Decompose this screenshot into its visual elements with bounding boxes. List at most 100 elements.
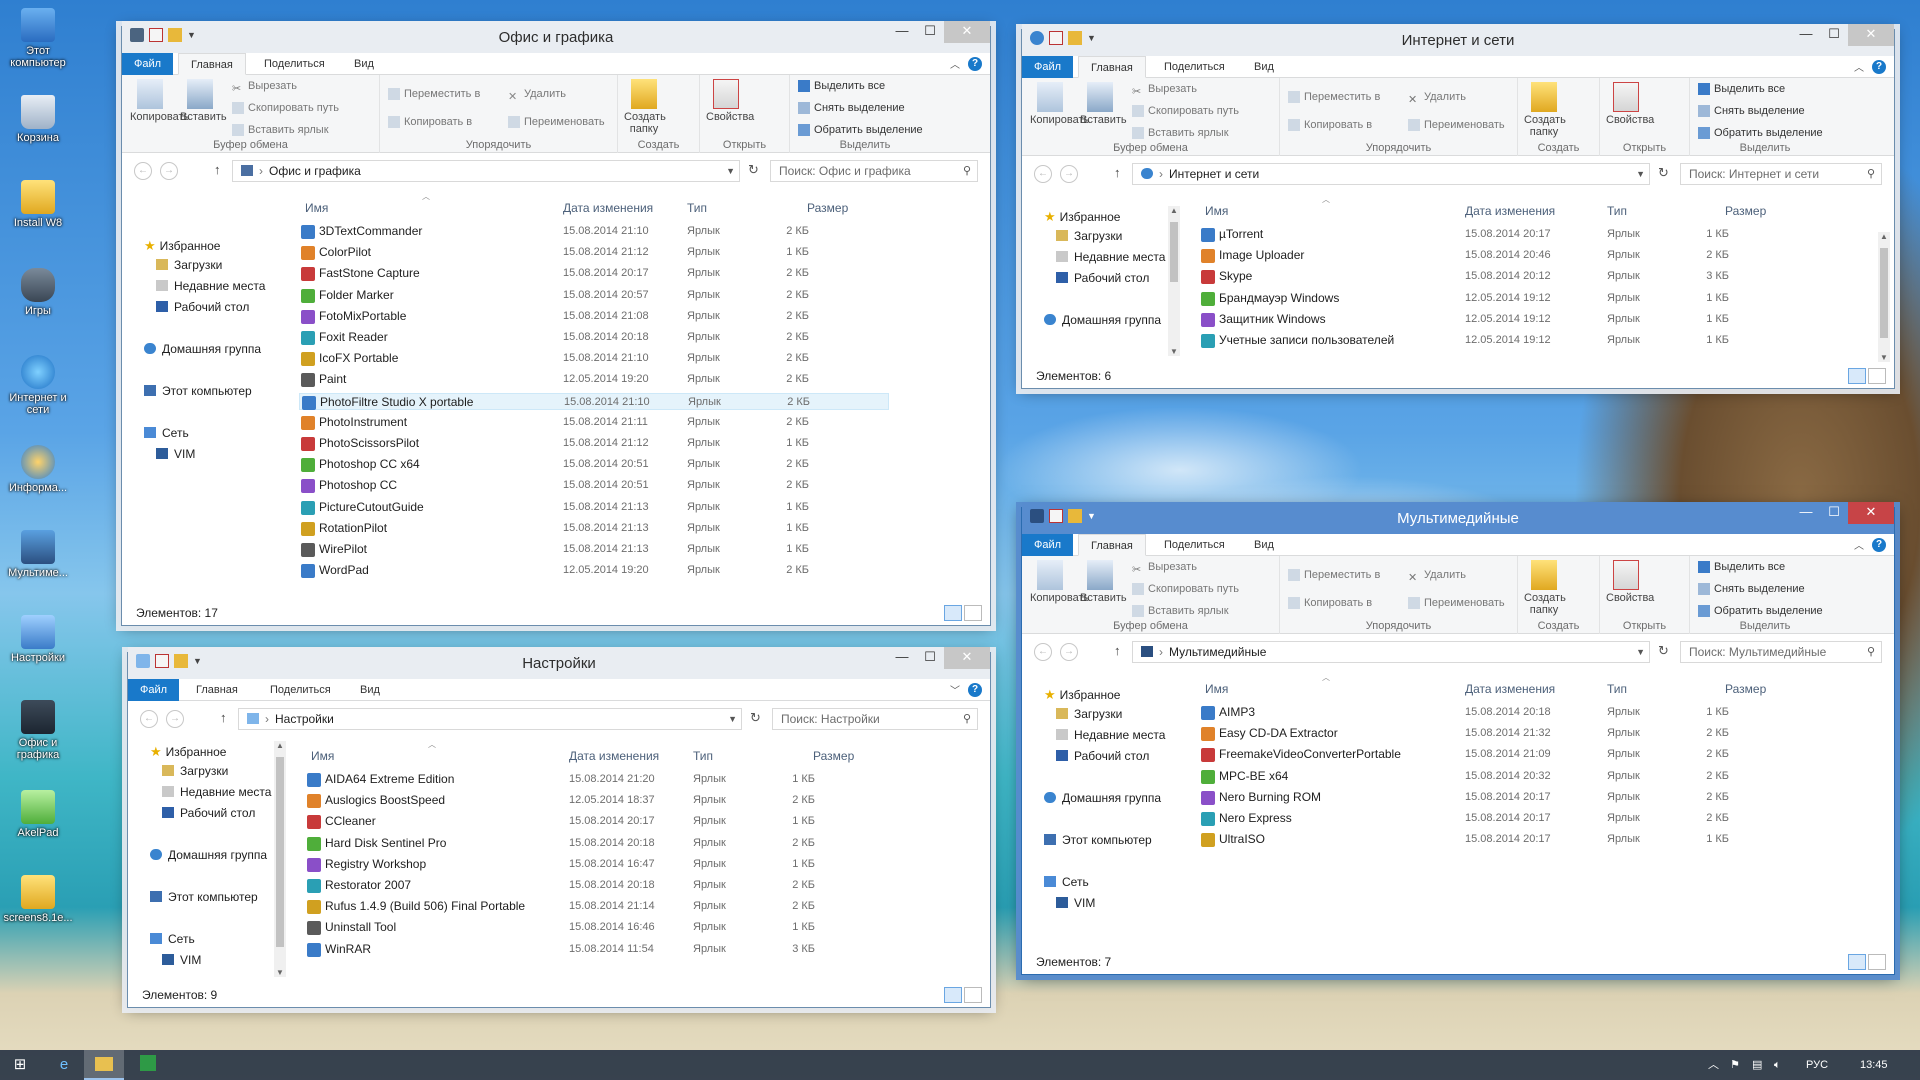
desktop-icon-internet[interactable]: Интернет и сети [2,355,74,416]
search-input[interactable]: Поиск: Интернет и сети ⚲ [1680,163,1882,185]
help-icon[interactable]: ? [1872,538,1886,552]
nav-favorites[interactable]: ★ Избранное [1044,686,1120,703]
search-input[interactable]: Поиск: Настройки ⚲ [772,708,978,730]
nav-recent[interactable]: Недавние места [1056,727,1165,744]
delete-button[interactable]: ✕ Удалить [1408,88,1466,106]
nav-network[interactable]: Сеть [1044,874,1089,891]
minimize-button[interactable]: — [888,21,916,43]
desktop-icon-screens[interactable]: screens8.1e... [2,875,74,924]
invert-selection-button[interactable]: Обратить выделение [1698,124,1823,142]
column-header-date[interactable]: Дата изменения [1465,204,1555,218]
file-row[interactable]: IcoFX Portable 15.08.2014 21:10 Ярлык 2 КБ [299,350,889,367]
tab-view[interactable]: Вид [1242,534,1286,556]
nav-network[interactable]: Сеть [150,931,195,948]
nav-favorites[interactable]: ★ Избранное [150,743,226,760]
title-bar[interactable]: ▼ Настройки — ☐ ✕ [128,647,990,679]
language-indicator[interactable]: РУС [1806,1050,1828,1080]
copy-path-button[interactable]: Скопировать путь [1132,580,1239,598]
column-header-name[interactable]: Имя [1205,204,1228,218]
details-view-button[interactable] [944,605,962,621]
forward-button[interactable]: → [166,710,184,728]
chevron-up-icon[interactable]: ︿ [1854,59,1864,74]
nav-homegroup[interactable]: Домашняя группа [1044,790,1161,807]
file-row[interactable]: Restorator 2007 15.08.2014 20:18 Ярлык 2 КБ [305,877,895,894]
tab-file[interactable]: Файл [128,679,180,701]
file-row[interactable]: FastStone Capture 15.08.2014 20:17 Ярлык 2 … [299,265,889,282]
chevron-down-icon[interactable]: ▼ [1636,164,1645,184]
paste-button[interactable]: Вставить [1080,560,1127,604]
file-row[interactable]: Защитник Windows 12.05.2014 19:12 Ярлык 1 К… [1199,311,1789,328]
scroll-up-icon[interactable]: ▲ [1168,206,1180,215]
desktop-icon-computer[interactable]: Этот компьютер [2,8,74,69]
start-button[interactable]: ⊞ [0,1050,40,1080]
nav-desktop[interactable]: Рабочий стол [156,299,249,316]
scrollbar-thumb[interactable] [1880,248,1888,338]
tab-view[interactable]: Вид [348,679,392,701]
nav-scrollbar[interactable]: ▲ ▼ [274,741,286,977]
details-view-button[interactable] [1848,954,1866,970]
file-row[interactable]: CCleaner 15.08.2014 20:17 Ярлык 1 КБ [305,813,895,830]
tab-view[interactable]: Вид [1242,56,1286,78]
maximize-button[interactable]: ☐ [916,21,944,43]
maximize-button[interactable]: ☐ [1820,502,1848,524]
column-header-date[interactable]: Дата изменения [1465,682,1555,696]
copy-path-button[interactable]: Скопировать путь [1132,102,1239,120]
tab-file[interactable]: Файл [1022,534,1074,556]
desktop-icon-office[interactable]: Офис и графика [2,700,74,761]
scroll-down-icon[interactable]: ▼ [1168,347,1180,356]
title-bar[interactable]: ▼ Интернет и сети — ☐ ✕ [1022,24,1894,56]
desktop-icon-akelpad[interactable]: AkelPad [2,790,74,839]
new-folder-button[interactable]: Создать папку [1524,560,1566,616]
file-row[interactable]: Image Uploader 15.08.2014 20:46 Ярлык 2 КБ [1199,247,1789,264]
select-none-button[interactable]: Снять выделение [1698,102,1805,120]
tab-home[interactable]: Главная [1078,56,1146,78]
nav-downloads[interactable]: Загрузки [156,257,222,274]
scroll-down-icon[interactable]: ▼ [1878,353,1890,362]
column-header-size[interactable]: Размер [1725,204,1766,218]
help-icon[interactable]: ? [968,57,982,71]
column-header-type[interactable]: Тип [1607,682,1627,696]
file-row[interactable]: Skype 15.08.2014 20:12 Ярлык 3 КБ [1199,268,1789,285]
file-row[interactable]: Auslogics BoostSpeed 12.05.2014 18:37 Ярлы… [305,792,895,809]
chevron-down-icon[interactable]: ▼ [728,709,737,729]
scrollbar-thumb[interactable] [1170,222,1178,282]
paste-button[interactable]: Вставить [180,79,227,123]
network-tray-icon[interactable]: ▤ [1752,1050,1762,1080]
delete-button[interactable]: ✕ Удалить [1408,566,1466,584]
file-row[interactable]: Учетные записи пользователей 12.05.2014 1… [1199,332,1789,349]
taskbar-app[interactable] [128,1050,168,1080]
rename-button[interactable]: Переименовать [1408,594,1505,612]
up-button[interactable]: ↑ [214,162,221,177]
back-button[interactable]: ← [1034,643,1052,661]
tab-file[interactable]: Файл [1022,56,1074,78]
scroll-up-icon[interactable]: ▲ [274,741,286,750]
select-none-button[interactable]: Снять выделение [798,99,905,117]
copy-to-button[interactable]: Копировать в [1288,116,1372,134]
file-row[interactable]: Nero Burning ROM 15.08.2014 20:17 Ярлык 2 К… [1199,789,1789,806]
desktop-icon-info[interactable]: Информа... [2,445,74,494]
tab-share[interactable]: Поделиться [1152,534,1237,556]
address-bar[interactable]: › Настройки ▼ [238,708,742,730]
nav-recent[interactable]: Недавние места [162,784,271,801]
file-row[interactable]: PhotoFiltre Studio X portable 15.08.2014 … [299,392,889,410]
column-header-type[interactable]: Тип [693,749,713,763]
large-icons-view-button[interactable] [1868,954,1886,970]
new-folder-button[interactable]: Создать папку [624,79,666,135]
nav-homegroup[interactable]: Домашняя группа [150,847,267,864]
chevron-up-icon[interactable]: ︿ [1854,537,1864,552]
copy-to-button[interactable]: Копировать в [388,113,472,131]
close-button[interactable]: ✕ [944,21,990,43]
refresh-button[interactable]: ↻ [750,710,761,726]
back-button[interactable]: ← [134,162,152,180]
column-header-size[interactable]: Размер [807,201,848,215]
file-row[interactable]: AIDA64 Extreme Edition 15.08.2014 21:20 Яр… [305,771,895,788]
nav-vim[interactable]: VIM [162,952,201,969]
tab-file[interactable]: Файл [122,53,174,75]
column-header-name[interactable]: Имя [311,749,334,763]
maximize-button[interactable]: ☐ [1820,24,1848,46]
help-icon[interactable]: ? [1872,60,1886,74]
file-row[interactable]: PhotoScissorsPilot 15.08.2014 21:12 Ярлык 1… [299,435,889,452]
address-bar[interactable]: › Интернет и сети ▼ [1132,163,1650,185]
file-row[interactable]: µTorrent 15.08.2014 20:17 Ярлык 1 КБ [1199,226,1789,243]
properties-button[interactable]: Свойства [706,79,754,123]
